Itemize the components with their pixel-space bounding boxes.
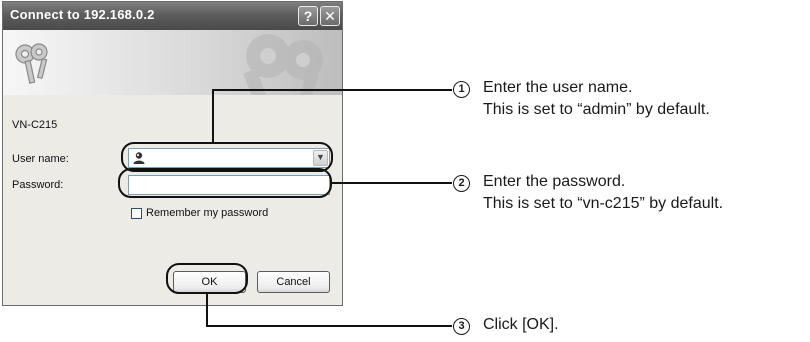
leader-line-3 bbox=[206, 293, 452, 327]
ok-highlight bbox=[166, 263, 248, 294]
callout-2-line1: Enter the password. bbox=[483, 173, 626, 190]
callout-3-line1: Click [OK]. bbox=[483, 316, 559, 333]
callout-2-line2: This is set to “vn-c215” by default. bbox=[483, 195, 724, 212]
callout-lines bbox=[118, 89, 452, 327]
password-highlight bbox=[118, 168, 332, 198]
callout-1-line2: This is set to “admin” by default. bbox=[483, 101, 710, 118]
callout-number-3: 3 bbox=[453, 318, 470, 335]
user-name-highlight bbox=[121, 142, 333, 172]
callout-number-2: 2 bbox=[453, 175, 470, 192]
callout-number-1: 1 bbox=[453, 81, 470, 98]
callout-1-line1: Enter the user name. bbox=[483, 79, 633, 96]
leader-line-1 bbox=[212, 89, 452, 143]
